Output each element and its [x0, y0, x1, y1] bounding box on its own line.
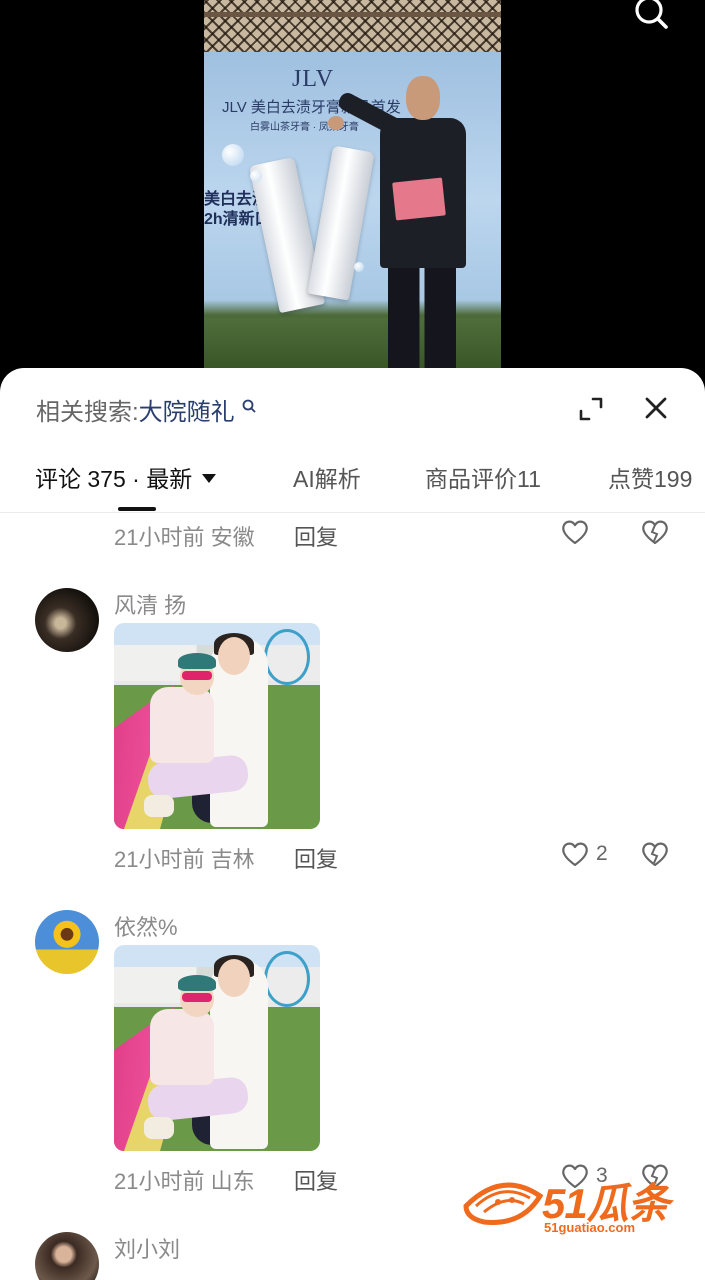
- chevron-down-icon: [202, 474, 217, 483]
- photo-woman-head: [218, 959, 250, 997]
- comment-location: 吉林: [210, 847, 255, 872]
- dislike-button[interactable]: [640, 518, 670, 551]
- bubble: [250, 170, 262, 182]
- heart-icon: [562, 520, 588, 545]
- search-button[interactable]: [633, 0, 669, 30]
- photo-girl-glasses: [182, 671, 212, 680]
- photo-ferris-wheel: [264, 951, 310, 1007]
- tab-product-reviews[interactable]: 商品评价11: [425, 460, 541, 494]
- tab-comments-label: 评论 375 · 最新: [35, 466, 193, 492]
- photo-woman-head: [218, 637, 250, 675]
- comment-sheet: 相关搜索: 大院随礼 评论 375 · 最新 AI解析 商品评价11 点赞199…: [0, 368, 705, 1280]
- comment-meta: 21小时前 山东: [114, 1164, 255, 1196]
- expand-button[interactable]: [576, 394, 606, 424]
- expand-icon: [579, 397, 603, 421]
- tab-likes[interactable]: 点赞199: [608, 460, 692, 494]
- wooden-lattice: [204, 0, 501, 52]
- photo-girl-shoe: [144, 795, 174, 817]
- comment-image[interactable]: [114, 623, 320, 829]
- close-icon: [645, 397, 667, 419]
- video-player[interactable]: JLV JLV 美白去渍牙膏新品首发 白雾山茶牙膏 · 凤梨牙膏 美白去渍 2h…: [0, 0, 705, 380]
- comment-time: 21小时前: [114, 847, 205, 872]
- avatar[interactable]: [35, 1232, 99, 1280]
- photo-girl: [150, 687, 214, 763]
- active-tab-indicator: [118, 507, 156, 511]
- presenter-legs: [388, 264, 456, 368]
- like-count: 2: [596, 842, 608, 865]
- photo-girl-glasses: [182, 993, 212, 1002]
- related-search-term[interactable]: 大院随礼: [139, 392, 235, 427]
- reply-button[interactable]: 回复: [294, 842, 338, 874]
- avatar[interactable]: [35, 910, 99, 974]
- tab-comments[interactable]: 评论 375 · 最新: [35, 460, 217, 494]
- presenter-hand: [328, 116, 344, 130]
- reply-button[interactable]: 回复: [294, 520, 338, 552]
- comment-image[interactable]: [114, 945, 320, 1151]
- video-frame: JLV JLV 美白去渍牙膏新品首发 白雾山茶牙膏 · 凤梨牙膏 美白去渍 2h…: [204, 0, 501, 368]
- like-button[interactable]: 2: [560, 840, 608, 868]
- comment-location: 安徽: [210, 525, 255, 550]
- broken-heart-icon: [642, 842, 668, 867]
- photo-girl: [150, 1009, 214, 1085]
- reply-button[interactable]: 回复: [294, 1164, 338, 1196]
- tab-bar: 评论 375 · 最新 AI解析 商品评价11 点赞199: [0, 448, 705, 513]
- photo-content: [114, 945, 320, 1151]
- comment-time: 21小时前: [114, 1169, 205, 1194]
- presenter-head: [406, 76, 440, 120]
- heart-icon: [562, 842, 588, 867]
- comment-username[interactable]: 依然%: [114, 910, 178, 942]
- search-icon: [635, 0, 668, 29]
- watermark: 51瓜条 51guatiao.com: [462, 1168, 692, 1240]
- comment-meta: 21小时前 吉林: [114, 842, 255, 874]
- comment-location: 山东: [210, 1169, 255, 1194]
- photo-ferris-wheel: [264, 629, 310, 685]
- watermelon-logo-icon: [463, 1182, 544, 1225]
- avatar[interactable]: [35, 588, 99, 652]
- comment-time: 21小时前: [114, 525, 205, 550]
- photo-girl-hat: [178, 653, 216, 669]
- photo-girl-shoe: [144, 1117, 174, 1139]
- broken-heart-icon: [642, 520, 668, 545]
- comment-username[interactable]: 风清 扬: [114, 588, 186, 620]
- related-search[interactable]: 相关搜索: 大院随礼: [36, 392, 257, 427]
- dislike-button[interactable]: [640, 840, 670, 873]
- bubble: [222, 144, 244, 166]
- banner-brand: JLV: [292, 66, 335, 92]
- comment-username[interactable]: 刘小刘: [114, 1232, 180, 1264]
- close-button[interactable]: [640, 392, 672, 424]
- pink-folder: [392, 177, 446, 221]
- photo-content: [114, 623, 320, 829]
- watermark-url: 51guatiao.com: [544, 1220, 636, 1235]
- search-icon: [242, 399, 256, 412]
- like-button[interactable]: [560, 518, 596, 546]
- related-search-label: 相关搜索:: [36, 399, 139, 426]
- tab-ai-analysis[interactable]: AI解析: [293, 460, 361, 494]
- comment-meta: 21小时前 安徽: [114, 520, 255, 552]
- photo-girl-hat: [178, 975, 216, 991]
- presenter: [328, 76, 482, 368]
